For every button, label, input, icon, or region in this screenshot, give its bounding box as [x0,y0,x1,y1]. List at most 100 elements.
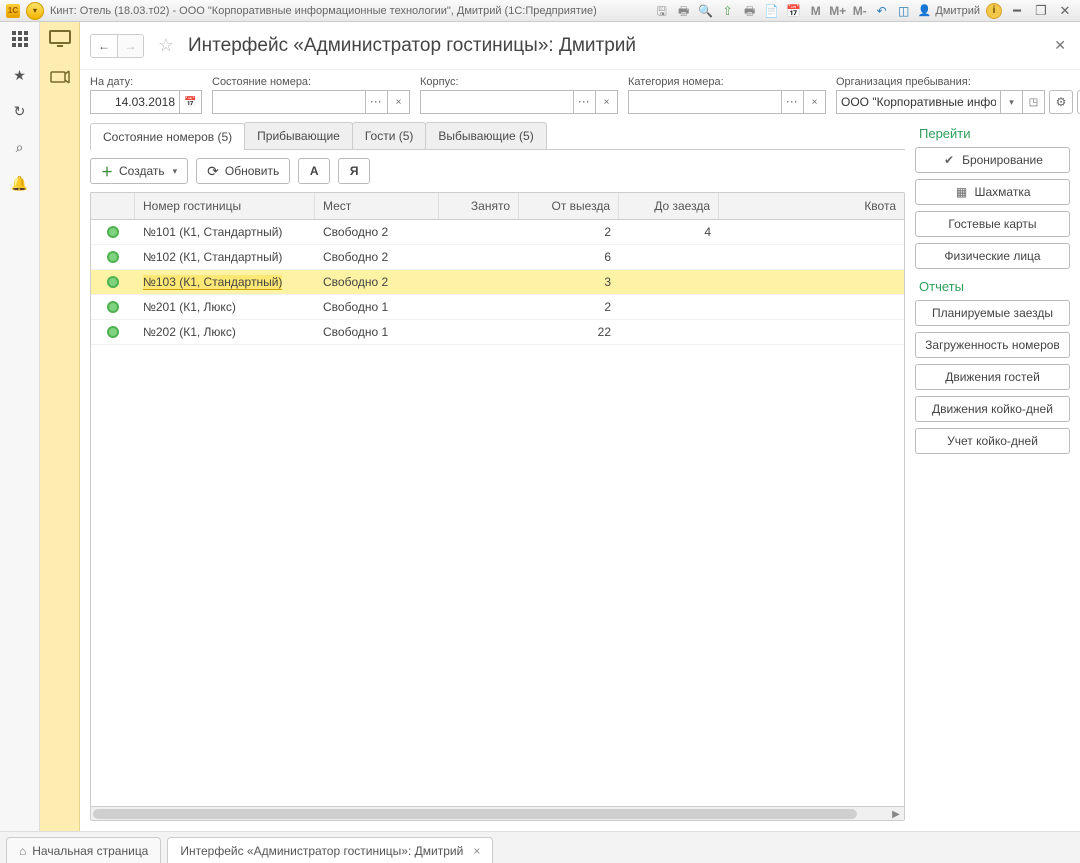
tab-home[interactable]: ⌂ Начальная страница [6,837,161,863]
category-clear-icon[interactable]: × [804,90,826,114]
grid-toolbar: ＋Создать▾ ⟳Обновить А Я [90,150,905,192]
nav-back-icon[interactable]: ↶ [874,3,890,19]
status-input[interactable] [212,90,366,114]
bottom-tabs: ⌂ Начальная страница Интерфейс «Админист… [0,831,1080,863]
create-button[interactable]: ＋Создать▾ [90,158,188,184]
page-title: Интерфейс «Администратор гостиницы»: Дми… [188,35,636,57]
nav-back[interactable]: ← [91,35,117,57]
col-depart[interactable]: От выезда [519,193,619,219]
scroll-right-icon[interactable]: ▶ [888,807,904,821]
settings-icon[interactable]: ⚙ [1049,90,1073,114]
building-label: Корпус: [420,76,618,88]
tab-leaving[interactable]: Выбывающие (5) [425,122,546,149]
table-row[interactable]: №101 (К1, Стандартный)Свободно 224 [91,220,904,245]
doc-icon[interactable]: 📄 [764,3,780,19]
app-title: Кинт: Отель (18.03.т02) - ООО "Корпорати… [50,0,597,22]
preview-icon[interactable]: 🔍 [698,3,714,19]
tab-arriving[interactable]: Прибывающие [244,122,353,149]
memory-m[interactable]: М [808,3,824,19]
goto-persons[interactable]: Физические лица [915,243,1070,269]
col-quota[interactable]: Квота [719,193,904,219]
home-icon: ⌂ [19,844,26,858]
apps-grid-icon[interactable] [9,28,31,50]
org-label: Организация пребывания: [836,76,1080,88]
report-beddays-moves[interactable]: Движения койко-дней [915,396,1070,422]
section-bar [40,22,80,831]
table-row[interactable]: №102 (К1, Стандартный)Свободно 26 [91,245,904,270]
col-busy[interactable]: Занято [439,193,519,219]
right-panel: Перейти ✔Бронирование ▦Шахматка Гостевые… [915,118,1070,821]
status-clear-icon[interactable]: × [388,90,410,114]
report-occupancy[interactable]: Загруженность номеров [915,332,1070,358]
report-beddays[interactable]: Учет койко-дней [915,428,1070,454]
sort-ya-button[interactable]: Я [338,158,370,184]
print2-icon[interactable]: 🖶 [742,3,758,19]
layout-icon[interactable]: ◫ [896,3,912,19]
save-icon[interactable]: 🖫 [654,3,670,19]
info-icon[interactable]: i [986,3,1002,19]
building-select-icon[interactable]: ··· [574,90,596,114]
building-clear-icon[interactable]: × [596,90,618,114]
col-places[interactable]: Мест [315,193,439,219]
goto-booking[interactable]: ✔Бронирование [915,147,1070,173]
history-icon[interactable]: ↻ [9,100,31,122]
filters-row: На дату: 📅 Состояние номера: ··· × Корпу… [80,70,1080,118]
status-dot-icon [107,251,119,263]
nav-arrows: ← → [90,34,144,58]
reports-section-title: Отчеты [919,279,1070,294]
monitor-icon[interactable] [47,28,73,50]
status-dot-icon [107,301,119,313]
table-row[interactable]: №103 (К1, Стандартный)Свободно 23 [91,270,904,295]
date-label: На дату: [90,76,202,88]
report-guest-moves[interactable]: Движения гостей [915,364,1070,390]
tab-room-status[interactable]: Состояние номеров (5) [90,123,245,150]
status-select-icon[interactable]: ··· [366,90,388,114]
date-picker-icon[interactable]: 📅 [180,90,202,114]
logo-1c: 1C [6,4,20,18]
org-dropdown-icon[interactable]: ▾ [1001,90,1023,114]
memory-m-plus[interactable]: М+ [830,3,846,19]
category-input[interactable] [628,90,782,114]
window-close[interactable]: ✕ [1056,0,1074,22]
nav-forward[interactable]: → [117,35,143,57]
status-label: Состояние номера: [212,76,410,88]
favorites-icon[interactable]: ★ [9,64,31,86]
status-dot-icon [107,226,119,238]
tab-close-icon[interactable]: × [473,844,480,858]
col-status[interactable] [91,193,135,219]
share-icon[interactable] [47,66,73,88]
grid-icon: ▦ [954,185,968,199]
goto-guest-cards[interactable]: Гостевые карты [915,211,1070,237]
favorite-star-icon[interactable]: ☆ [154,34,178,58]
goto-chessboard[interactable]: ▦Шахматка [915,179,1070,205]
upload-icon[interactable]: ⇧ [720,3,736,19]
category-select-icon[interactable]: ··· [782,90,804,114]
window-minimize[interactable]: ━ [1008,0,1026,22]
main-menu-dropdown[interactable]: ▾ [26,2,44,20]
sort-a-button[interactable]: А [298,158,330,184]
notifications-icon[interactable]: 🔔 [9,172,31,194]
col-room[interactable]: Номер гостиницы [135,193,315,219]
tab-current[interactable]: Интерфейс «Администратор гостиницы»: Дми… [167,837,493,863]
window-restore[interactable]: ❐ [1032,0,1050,22]
calendar-icon[interactable]: 📅 [786,3,802,19]
status-dot-icon [107,326,119,338]
table-row[interactable]: №201 (К1, Люкс)Свободно 12 [91,295,904,320]
grid-hscroll[interactable]: ▶ [91,806,904,820]
search-icon[interactable]: ⌕ [9,136,31,158]
left-iconbar: ★ ↻ ⌕ 🔔 [0,22,40,831]
org-open-icon[interactable]: ◳ [1023,90,1045,114]
date-input[interactable] [90,90,180,114]
report-planned-arrivals[interactable]: Планируемые заезды [915,300,1070,326]
page-header: ← → ☆ Интерфейс «Администратор гостиницы… [80,22,1080,70]
tab-guests[interactable]: Гости (5) [352,122,427,149]
page-close-icon[interactable]: ✕ [1050,33,1070,58]
col-arrive[interactable]: До заезда [619,193,719,219]
print-icon[interactable]: 🖶 [676,3,692,19]
refresh-button[interactable]: ⟳Обновить [196,158,290,184]
user-chip[interactable]: 👤Дмитрий [918,0,980,22]
building-input[interactable] [420,90,574,114]
memory-m-minus[interactable]: М- [852,3,868,19]
table-row[interactable]: №202 (К1, Люкс)Свободно 122 [91,320,904,345]
org-input[interactable] [836,90,1001,114]
